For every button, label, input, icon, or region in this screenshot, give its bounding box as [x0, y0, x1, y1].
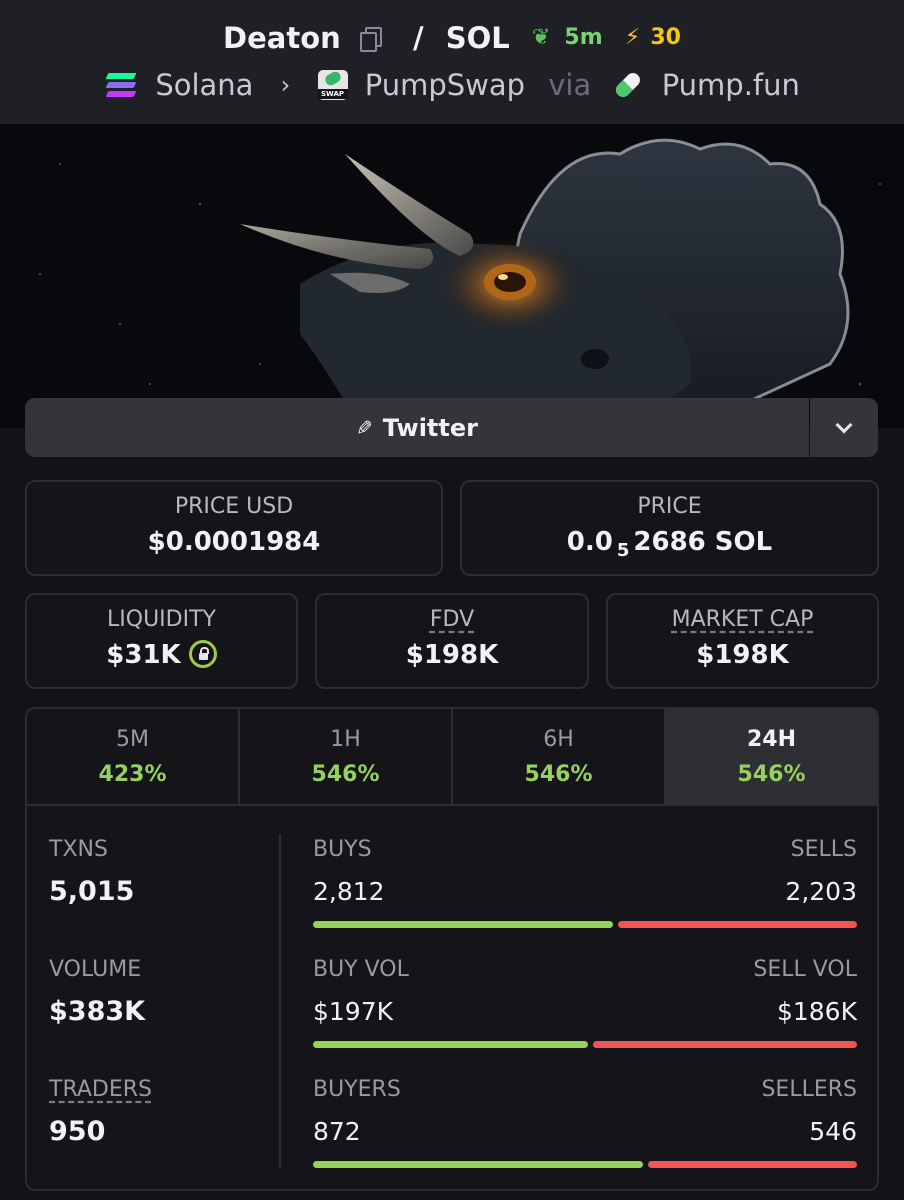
liquidity-value: $31K — [106, 640, 181, 670]
breadcrumb: Solana › SWAP PumpSwap via Pump.fun — [0, 64, 904, 104]
launchpad-link[interactable]: Pump.fun — [662, 66, 800, 104]
sells-bar — [618, 921, 857, 928]
txns-label: TXNS — [49, 837, 108, 862]
token-banner-image — [0, 124, 904, 428]
tab-6h[interactable]: 6H 546% — [453, 709, 666, 804]
traders-value: 950 — [49, 1116, 106, 1147]
traders-label[interactable]: TRADERS — [49, 1077, 152, 1102]
sells-label: SELLS — [790, 837, 857, 862]
activity-panel: 5M 423% 1H 546% 6H 546% 24H 546% TXNS 5,… — [25, 707, 879, 1191]
boost-count[interactable]: 30 — [650, 18, 681, 58]
buys-bar — [313, 921, 613, 928]
buy-vol-bar — [313, 1041, 588, 1048]
quote-symbol: SOL — [445, 21, 510, 55]
column-divider — [279, 834, 281, 1168]
buys-value: 2,812 — [313, 877, 385, 906]
txns-value: 5,015 — [49, 876, 135, 907]
liquidity-card: LIQUIDITY $31K — [25, 593, 298, 689]
twitter-label: Twitter — [382, 413, 478, 442]
change-1h: 546% — [311, 762, 380, 787]
sellers-label: SELLERS — [761, 1077, 857, 1102]
sell-vol-bar — [593, 1041, 857, 1048]
change-6h: 546% — [524, 762, 593, 787]
dex-link[interactable]: PumpSwap — [365, 66, 525, 104]
sprout-icon: ❦ — [531, 25, 551, 50]
token-symbol: Deaton — [223, 21, 341, 55]
volume-value: $383K — [49, 996, 146, 1027]
solana-icon — [104, 72, 138, 98]
price-suffix: 2686 SOL — [633, 527, 773, 557]
boost-icon[interactable]: ⚡ — [625, 18, 640, 58]
buy-vol-label: BUY VOL — [313, 957, 409, 982]
sellers-bar — [648, 1161, 857, 1168]
pair-age: 5m — [564, 25, 603, 50]
price-usd-card: PRICE USD $0.0001984 — [25, 480, 443, 576]
pair-separator: / — [413, 21, 424, 55]
volume-metric: VOLUME $383K — [49, 957, 145, 1027]
twitter-feather-icon: ✎ — [356, 415, 373, 440]
sell-vol-value: $186K — [776, 997, 857, 1026]
volume-label: VOLUME — [49, 957, 142, 982]
sells-value: 2,203 — [785, 877, 857, 906]
buys-label: BUYS — [313, 837, 372, 862]
market-cap-card: MARKET CAP $198K — [606, 593, 879, 689]
lock-icon[interactable] — [188, 639, 217, 668]
pair-title-row: Deaton / SOL ❦ 5m ⚡ 30 — [0, 16, 904, 58]
fdv-label[interactable]: FDV — [430, 607, 474, 632]
chain-link[interactable]: Solana — [155, 66, 253, 104]
traders-metric: TRADERS 950 — [49, 1077, 152, 1147]
sell-vol-label: SELL VOL — [753, 957, 857, 982]
buy-vol-value: $197K — [313, 997, 394, 1026]
liquidity-label: LIQUIDITY — [107, 607, 216, 632]
market-cap-label[interactable]: MARKET CAP — [672, 607, 814, 632]
tab-5m[interactable]: 5M 423% — [27, 709, 240, 804]
twitter-button[interactable]: ✎ Twitter — [25, 398, 809, 457]
via-label: via — [548, 68, 592, 102]
pumpfun-pill-icon — [613, 70, 644, 100]
fdv-card: FDV $198K — [315, 593, 589, 689]
price-native-card: PRICE 0.0 5 2686 SOL — [460, 480, 879, 576]
chevron-right-icon: › — [280, 71, 291, 99]
price-native-label: PRICE — [637, 494, 702, 519]
pumpswap-icon: SWAP — [317, 70, 348, 100]
liquidity-value-row: $31K — [27, 639, 296, 670]
price-usd-label: PRICE USD — [174, 494, 294, 519]
fdv-value: $198K — [405, 640, 499, 670]
price-native-value: 0.0 5 2686 SOL — [462, 527, 877, 561]
market-cap-value: $198K — [696, 640, 789, 670]
txns-metric: TXNS 5,015 — [49, 837, 134, 907]
tab-24h[interactable]: 24H 546% — [666, 709, 877, 804]
price-zero-count: 5 — [616, 540, 630, 561]
change-24h: 546% — [737, 762, 806, 787]
price-prefix: 0.0 — [566, 527, 613, 557]
copy-icon[interactable] — [357, 25, 383, 52]
buyers-label: BUYERS — [313, 1077, 401, 1102]
sellers-value: 546 — [809, 1117, 857, 1146]
buyers-value: 872 — [313, 1117, 361, 1146]
price-usd-value: $0.0001984 — [147, 527, 321, 557]
tab-1h[interactable]: 1H 546% — [240, 709, 453, 804]
socials-dropdown-button[interactable] — [810, 398, 878, 457]
timeframe-tabs: 5M 423% 1H 546% 6H 546% 24H 546% — [27, 709, 877, 806]
change-5m: 423% — [98, 762, 167, 787]
chevron-down-icon — [835, 416, 853, 433]
pair-header: Deaton / SOL ❦ 5m ⚡ 30 Solana › SWAP Pum… — [0, 0, 904, 124]
buyers-bar — [313, 1161, 643, 1168]
